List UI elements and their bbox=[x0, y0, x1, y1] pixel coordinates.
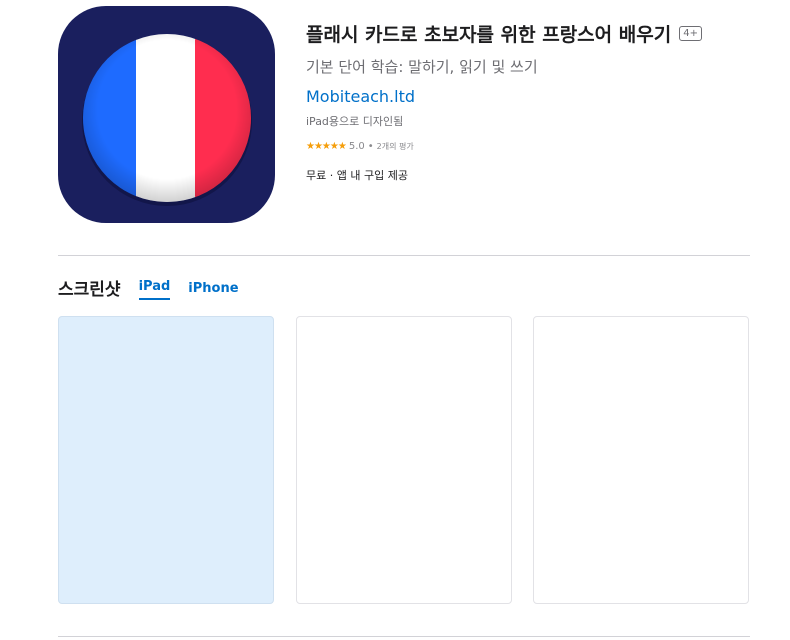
star-rating-icon: ★★★★★ bbox=[306, 141, 347, 152]
bottom-divider bbox=[58, 636, 750, 637]
price-label: 무료 · 앱 내 구입 제공 bbox=[306, 169, 408, 182]
rating-value: 5.0 bbox=[348, 141, 365, 152]
rating-row: ★★★★★ 5.0 • 2개의 평가 bbox=[306, 141, 776, 152]
age-rating-badge: 4+ bbox=[679, 25, 702, 41]
app-title: 플래시 카드로 초보자를 위한 프랑스어 배우기 bbox=[306, 23, 672, 46]
section-divider bbox=[58, 255, 750, 256]
tab-ipad[interactable]: iPad bbox=[138, 279, 171, 300]
rating-separator: • bbox=[367, 141, 374, 152]
screenshot-2[interactable] bbox=[296, 316, 512, 604]
app-store-page: 플래시 카드로 초보자를 위한 프랑스어 배우기 4+ 기본 단어 학습: 말하… bbox=[0, 0, 790, 640]
designed-for-label: iPad용으로 디자인됨 bbox=[306, 115, 404, 128]
screenshots-title: 스크린샷 bbox=[58, 280, 121, 300]
tab-iphone[interactable]: iPhone bbox=[188, 281, 238, 300]
french-flag-icon bbox=[82, 34, 252, 206]
screenshot-3[interactable] bbox=[533, 316, 749, 604]
app-icon bbox=[58, 6, 275, 223]
screenshots-header: 스크린샷 iPad iPhone bbox=[58, 275, 239, 300]
rating-count: 2개의 평가 bbox=[376, 142, 414, 151]
screenshot-1[interactable] bbox=[58, 316, 274, 604]
title-row: 플래시 카드로 초보자를 위한 프랑스어 배우기 4+ bbox=[306, 18, 776, 48]
app-subtitle: 기본 단어 학습: 말하기, 읽기 및 쓰기 bbox=[306, 58, 538, 76]
app-info: 플래시 카드로 초보자를 위한 프랑스어 배우기 4+ 기본 단어 학습: 말하… bbox=[306, 18, 776, 183]
developer-link[interactable]: Mobiteach.ltd bbox=[306, 87, 776, 106]
